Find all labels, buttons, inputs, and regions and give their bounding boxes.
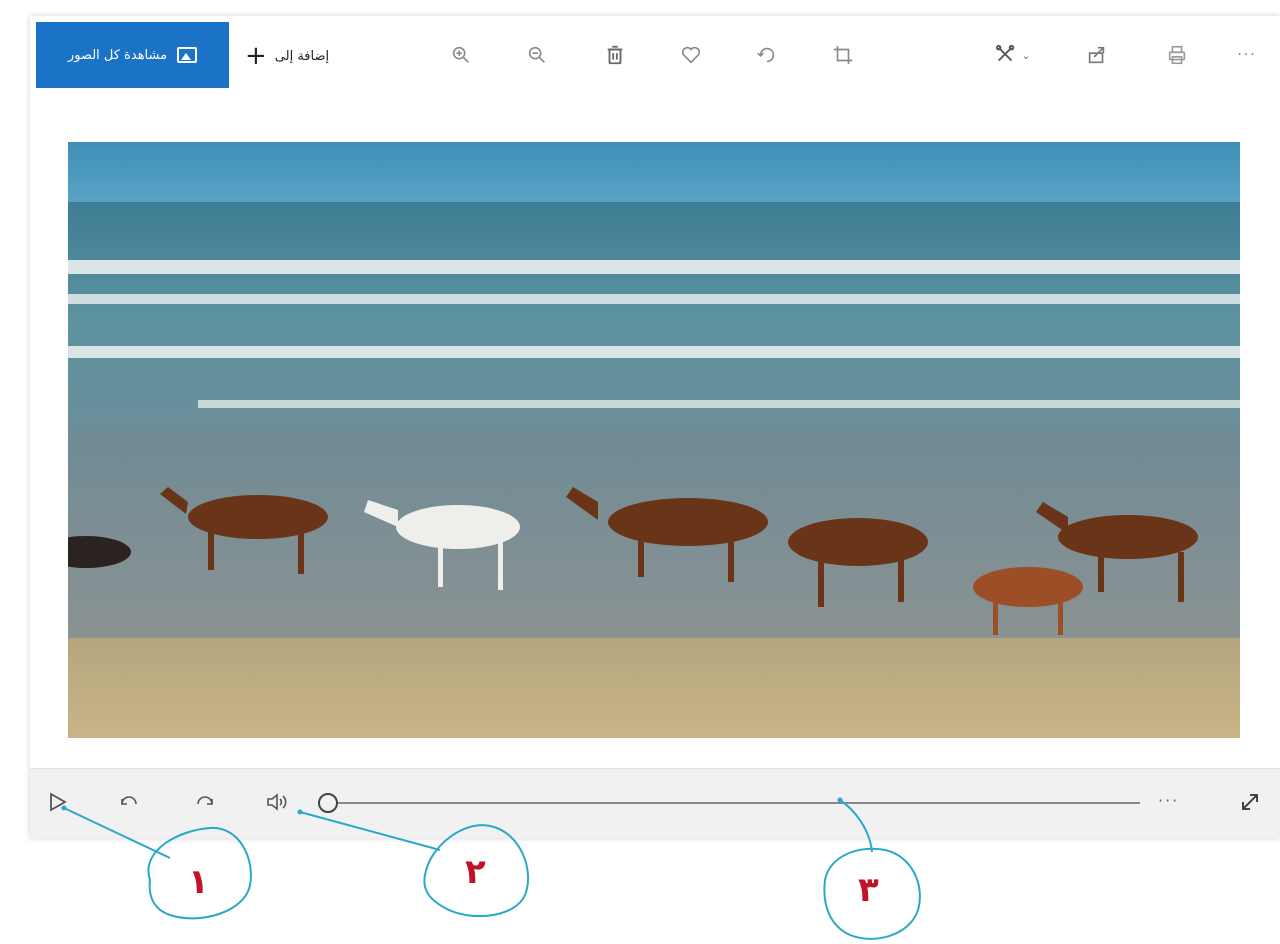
print-icon[interactable] bbox=[1160, 38, 1194, 72]
zoom-in-icon[interactable] bbox=[444, 38, 478, 72]
horses-on-beach-image bbox=[68, 142, 1240, 738]
see-all-photos-button[interactable]: مشاهدة كل الصور bbox=[36, 22, 229, 88]
skip-forward-button[interactable] bbox=[190, 787, 220, 817]
video-frame bbox=[68, 142, 1240, 738]
media-player-bar: ··· bbox=[30, 768, 1280, 838]
delete-icon[interactable] bbox=[598, 38, 632, 72]
more-icon[interactable]: ··· bbox=[1230, 38, 1264, 72]
callout-2-number: ٢ bbox=[465, 852, 486, 892]
see-all-photos-label: مشاهدة كل الصور bbox=[67, 47, 168, 63]
zoom-out-icon[interactable] bbox=[520, 38, 554, 72]
callout-1-number: ١ bbox=[188, 862, 209, 902]
chevron-down-icon: ⌄ bbox=[1021, 48, 1031, 62]
fullscreen-button[interactable] bbox=[1235, 787, 1265, 817]
share-icon[interactable] bbox=[1080, 38, 1114, 72]
seek-bar[interactable] bbox=[330, 802, 1140, 804]
photos-app-window: مشاهدة كل الصور + إضافة إلى ⌄ ··· ··· bbox=[30, 16, 1280, 838]
edit-icon[interactable]: ⌄ bbox=[988, 38, 1038, 72]
rotate-icon[interactable] bbox=[750, 38, 784, 72]
plus-icon: + bbox=[245, 41, 267, 71]
play-button[interactable] bbox=[42, 787, 72, 817]
callout-3-number: ٣ bbox=[858, 870, 879, 910]
add-to-label: إضافة إلى bbox=[274, 48, 330, 64]
heart-icon[interactable] bbox=[674, 38, 708, 72]
skip-back-button[interactable] bbox=[114, 787, 144, 817]
seek-thumb[interactable] bbox=[318, 793, 338, 813]
volume-button[interactable] bbox=[262, 787, 292, 817]
add-to-button[interactable]: + إضافة إلى bbox=[245, 36, 329, 76]
gallery-icon bbox=[177, 47, 198, 63]
more-options-button[interactable]: ··· bbox=[1158, 791, 1179, 810]
crop-icon[interactable] bbox=[826, 38, 860, 72]
